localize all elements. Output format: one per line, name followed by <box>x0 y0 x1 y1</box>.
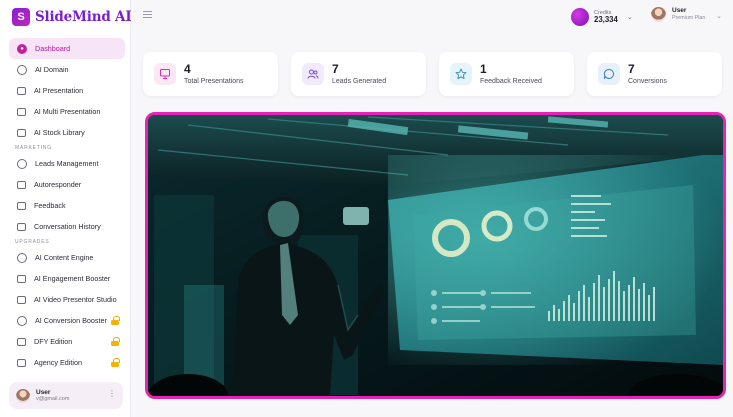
section-label-marketing: MARKETING <box>15 145 52 151</box>
presentation-scene-illustration <box>148 115 723 396</box>
video-icon <box>17 295 26 304</box>
sidebar-item-ai-domain[interactable]: AI Domain <box>9 59 125 80</box>
dfy-icon <box>17 337 26 346</box>
chat-icon <box>17 222 26 231</box>
presentation-icon <box>17 86 26 95</box>
sidebar-item-label: AI Multi Presentation <box>34 107 101 116</box>
lock-icon <box>111 316 120 325</box>
sidebar-item-ai-stock-library[interactable]: AI Stock Library <box>9 122 125 143</box>
sidebar-user-name: User <box>36 388 51 396</box>
stat-value: 7 <box>628 62 635 76</box>
sidebar-item-ai-multi-presentation[interactable]: AI Multi Presentation <box>9 101 125 122</box>
conversion-icon <box>17 315 27 326</box>
header-user-name: User <box>672 7 687 15</box>
sidebar-item-ai-presentation[interactable]: AI Presentation <box>9 80 125 101</box>
logo-mark: S <box>12 8 30 26</box>
mail-icon <box>17 180 26 189</box>
sidebar-nav: ● Dashboard AI Domain AI Presentation AI… <box>9 38 125 373</box>
presentation-board-icon <box>154 63 176 85</box>
hero-banner-image <box>145 112 726 399</box>
sidebar-item-label: Dashboard <box>35 44 71 53</box>
stat-card-leads-generated[interactable]: 7 Leads Generated <box>291 52 426 96</box>
stat-label: Conversions <box>628 78 667 85</box>
sidebar-item-label: AI Engagement Booster <box>34 274 111 283</box>
sidebar-item-label: DFY Edition <box>34 337 73 346</box>
sidebar-item-dashboard[interactable]: ● Dashboard <box>9 38 125 59</box>
sidebar-item-ai-engagement-booster[interactable]: AI Engagement Booster <box>9 268 125 289</box>
sidebar-item-feedback[interactable]: Feedback <box>9 195 125 216</box>
credits-coin-icon <box>571 8 589 26</box>
agency-icon <box>17 358 26 367</box>
sidebar-item-dfy-edition[interactable]: DFY Edition <box>9 331 125 352</box>
more-options-icon[interactable]: ⋮ <box>108 390 116 398</box>
library-icon <box>17 128 26 137</box>
sidebar-item-label: Autoresponder <box>34 180 82 189</box>
stat-value: 7 <box>332 62 339 76</box>
section-label-upgrades: UPGRADES <box>15 239 50 245</box>
sidebar-item-ai-content-engine[interactable]: AI Content Engine <box>9 247 125 268</box>
app-logo[interactable]: S SlideMind AI <box>12 7 132 27</box>
chat-bubble-icon <box>598 63 620 85</box>
globe-icon <box>17 64 27 75</box>
avatar <box>651 7 666 22</box>
dashboard-icon: ● <box>17 43 27 54</box>
stat-card-feedback-received[interactable]: 1 Feedback Received <box>439 52 574 96</box>
sidebar-item-autoresponder[interactable]: Autoresponder <box>9 174 125 195</box>
stat-label: Leads Generated <box>332 78 387 85</box>
sidebar-item-label: AI Conversion Booster <box>35 316 107 325</box>
users-icon <box>17 158 27 169</box>
lock-icon <box>111 358 120 367</box>
stat-card-conversions[interactable]: 7 Conversions <box>587 52 722 96</box>
chevron-down-icon: ⌄ <box>626 14 633 21</box>
users-icon <box>302 63 324 85</box>
sidebar-item-label: Agency Edition <box>34 358 82 367</box>
stat-label: Feedback Received <box>480 78 542 85</box>
sidebar-item-label: Leads Management <box>35 159 99 168</box>
sidebar-item-label: AI Presentation <box>34 86 84 95</box>
credits-value: 23,334 <box>594 14 618 24</box>
header-user-plan: Premium Plan <box>672 15 706 22</box>
sidebar-item-label: AI Content Engine <box>35 253 94 262</box>
feedback-icon <box>17 201 26 210</box>
engine-icon <box>17 252 27 263</box>
booster-icon <box>17 274 26 283</box>
multi-presentation-icon <box>17 107 26 116</box>
sidebar-item-conversation-history[interactable]: Conversation History <box>9 216 125 237</box>
sidebar-item-agency-edition[interactable]: Agency Edition <box>9 352 125 373</box>
sidebar-user-card[interactable]: User v@gmail.com ⋮ <box>9 382 123 409</box>
logo-text: SlideMind AI <box>35 9 132 25</box>
star-icon <box>450 63 472 85</box>
sidebar-item-label: AI Domain <box>35 65 69 74</box>
lock-icon <box>111 337 120 346</box>
sidebar-item-ai-conversion-booster[interactable]: AI Conversion Booster <box>9 310 125 331</box>
stat-card-total-presentations[interactable]: 4 Total Presentations <box>143 52 278 96</box>
chevron-down-icon: ⌄ <box>716 13 722 20</box>
sidebar-item-label: Conversation History <box>34 222 101 231</box>
avatar <box>16 388 30 403</box>
sidebar-item-label: AI Stock Library <box>34 128 85 137</box>
menu-toggle-icon[interactable] <box>143 11 152 20</box>
sidebar-item-label: AI Video Presentor Studio <box>34 295 117 304</box>
sidebar: S SlideMind AI ● Dashboard AI Domain AI … <box>0 0 132 417</box>
sidebar-user-email: v@gmail.com <box>36 396 70 403</box>
sidebar-item-label: Feedback <box>34 201 66 210</box>
stat-value: 4 <box>184 62 191 76</box>
stat-label: Total Presentations <box>184 78 244 85</box>
sidebar-item-ai-video-presentor-studio[interactable]: AI Video Presentor Studio <box>9 289 125 310</box>
sidebar-item-leads-management[interactable]: Leads Management <box>9 153 125 174</box>
credits-widget[interactable]: Credits 23,334 ⌄ <box>571 5 633 29</box>
stat-value: 1 <box>480 62 487 76</box>
stats-row: 4 Total Presentations 7 Leads Generated … <box>143 52 723 96</box>
header-user-menu[interactable]: User Premium Plan ⌄ <box>651 7 722 22</box>
